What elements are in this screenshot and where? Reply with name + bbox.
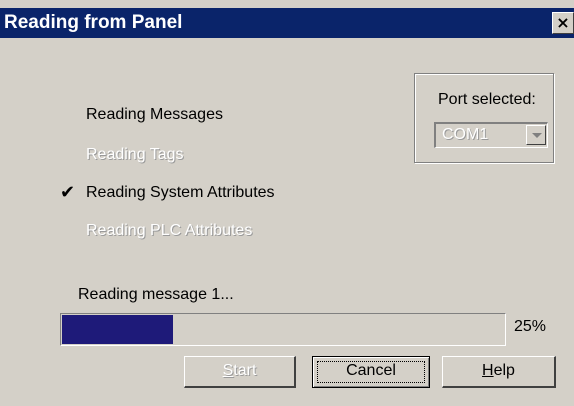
progress-bar bbox=[60, 313, 506, 346]
start-button[interactable]: Start bbox=[184, 356, 296, 388]
reading-from-panel-dialog: Reading from Panel × Reading Messages Re… bbox=[0, 0, 574, 406]
cancel-button-label: Cancel bbox=[346, 362, 396, 379]
port-select-value: COM1 bbox=[442, 126, 489, 143]
step-reading-plc-attributes: Reading PLC Attributes bbox=[86, 222, 253, 239]
chevron-down-icon[interactable] bbox=[526, 125, 546, 145]
status-message: Reading message 1... bbox=[78, 286, 234, 303]
progress-percent: 25% bbox=[514, 318, 547, 335]
start-button-accel: S bbox=[222, 362, 234, 379]
port-selected-label: Port selected: bbox=[438, 91, 536, 108]
checkmark-icon: ✔ bbox=[60, 182, 76, 203]
help-button-accel: H bbox=[482, 362, 494, 379]
port-select[interactable]: COM1 bbox=[434, 122, 548, 148]
step-reading-tags: Reading Tags bbox=[86, 146, 184, 163]
step-reading-system-attributes: Reading System Attributes bbox=[86, 184, 275, 201]
title-bar[interactable]: Reading from Panel × bbox=[0, 8, 574, 38]
close-icon: × bbox=[556, 13, 570, 32]
progress-fill bbox=[62, 315, 173, 344]
step-reading-messages: Reading Messages bbox=[86, 106, 223, 123]
help-button[interactable]: Help bbox=[442, 356, 556, 388]
start-button-label: tart bbox=[233, 362, 257, 379]
cancel-button[interactable]: Cancel bbox=[312, 356, 430, 388]
port-group-box bbox=[414, 73, 554, 163]
help-button-label: elp bbox=[493, 362, 515, 379]
window-title: Reading from Panel bbox=[4, 12, 183, 33]
close-button[interactable]: × bbox=[552, 12, 574, 34]
